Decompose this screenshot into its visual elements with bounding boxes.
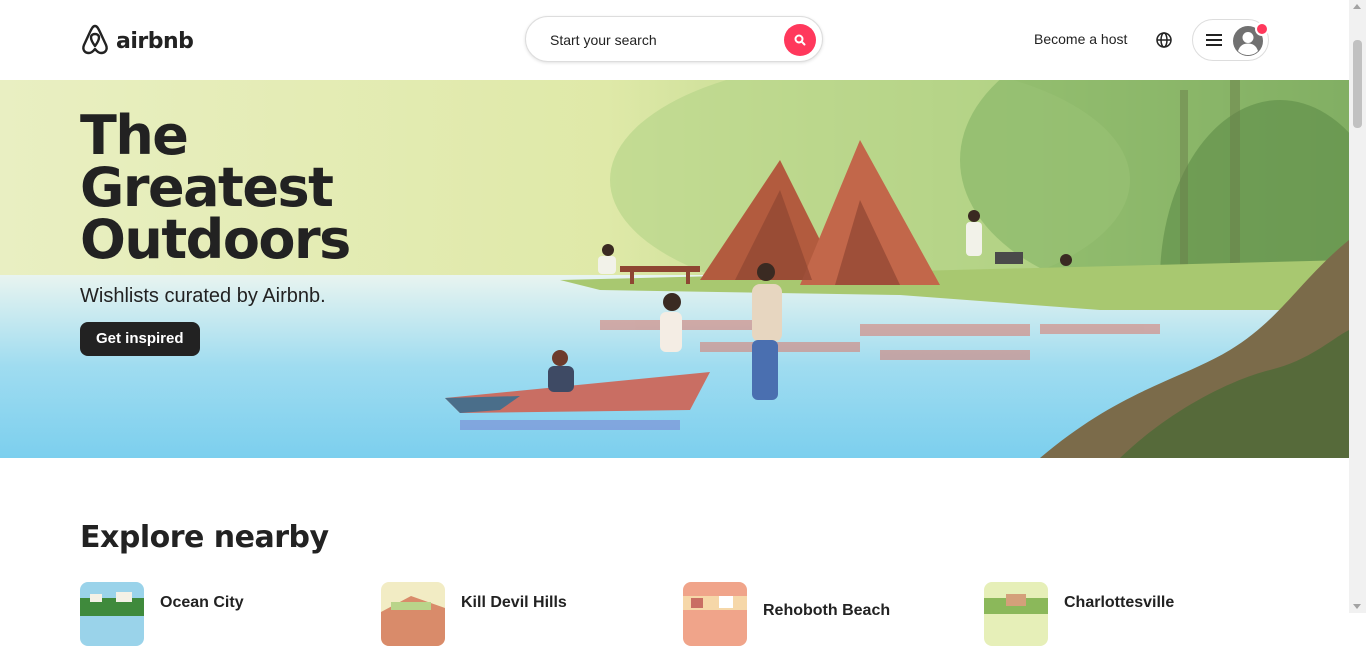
nearby-place-card[interactable]: Rehoboth Beach — [683, 582, 890, 646]
nearby-place-card[interactable]: Charlottesville — [984, 582, 1174, 646]
airbnb-logo[interactable]: airbnb — [80, 22, 194, 61]
hero-title: The Greatest Outdoors — [80, 104, 351, 271]
place-thumbnail — [984, 582, 1048, 646]
get-inspired-button[interactable]: Get inspired — [80, 322, 200, 356]
page-scrollbar[interactable] — [1349, 0, 1366, 613]
search-icon — [794, 34, 806, 46]
nearby-place-card[interactable]: Kill Devil Hills — [381, 582, 567, 646]
menu-icon — [1206, 34, 1222, 46]
nearby-place-card[interactable]: Ocean City — [80, 582, 244, 646]
scroll-down-arrow-icon[interactable] — [1353, 604, 1361, 609]
search-placeholder: Start your search — [550, 32, 657, 48]
place-name: Rehoboth Beach — [763, 602, 891, 619]
explore-nearby-heading: Explore nearby — [80, 520, 329, 555]
place-name: Kill Devil Hills — [461, 594, 567, 611]
place-name: Charlottesville — [1064, 594, 1175, 611]
notification-badge — [1255, 22, 1269, 36]
hero-subtitle: Wishlists curated by Airbnb. — [80, 285, 326, 307]
become-host-link[interactable]: Become a host — [1034, 31, 1127, 47]
place-thumbnail — [80, 582, 144, 646]
search-button[interactable] — [784, 24, 816, 56]
globe-icon — [1156, 32, 1172, 48]
user-menu-button[interactable] — [1192, 19, 1269, 61]
top-header: airbnb Start your search Become a host — [0, 0, 1349, 81]
place-name: Ocean City — [160, 594, 244, 611]
place-thumbnail — [381, 582, 445, 646]
scroll-up-arrow-icon[interactable] — [1353, 4, 1361, 9]
language-button[interactable] — [1154, 30, 1174, 50]
hero-banner: The Greatest Outdoors Wishlists curated … — [0, 80, 1349, 458]
airbnb-logo-icon — [80, 22, 110, 61]
logo-text: airbnb — [116, 29, 194, 54]
scrollbar-thumb[interactable] — [1353, 40, 1362, 128]
place-thumbnail — [683, 582, 747, 646]
search-bar[interactable]: Start your search — [525, 16, 823, 62]
